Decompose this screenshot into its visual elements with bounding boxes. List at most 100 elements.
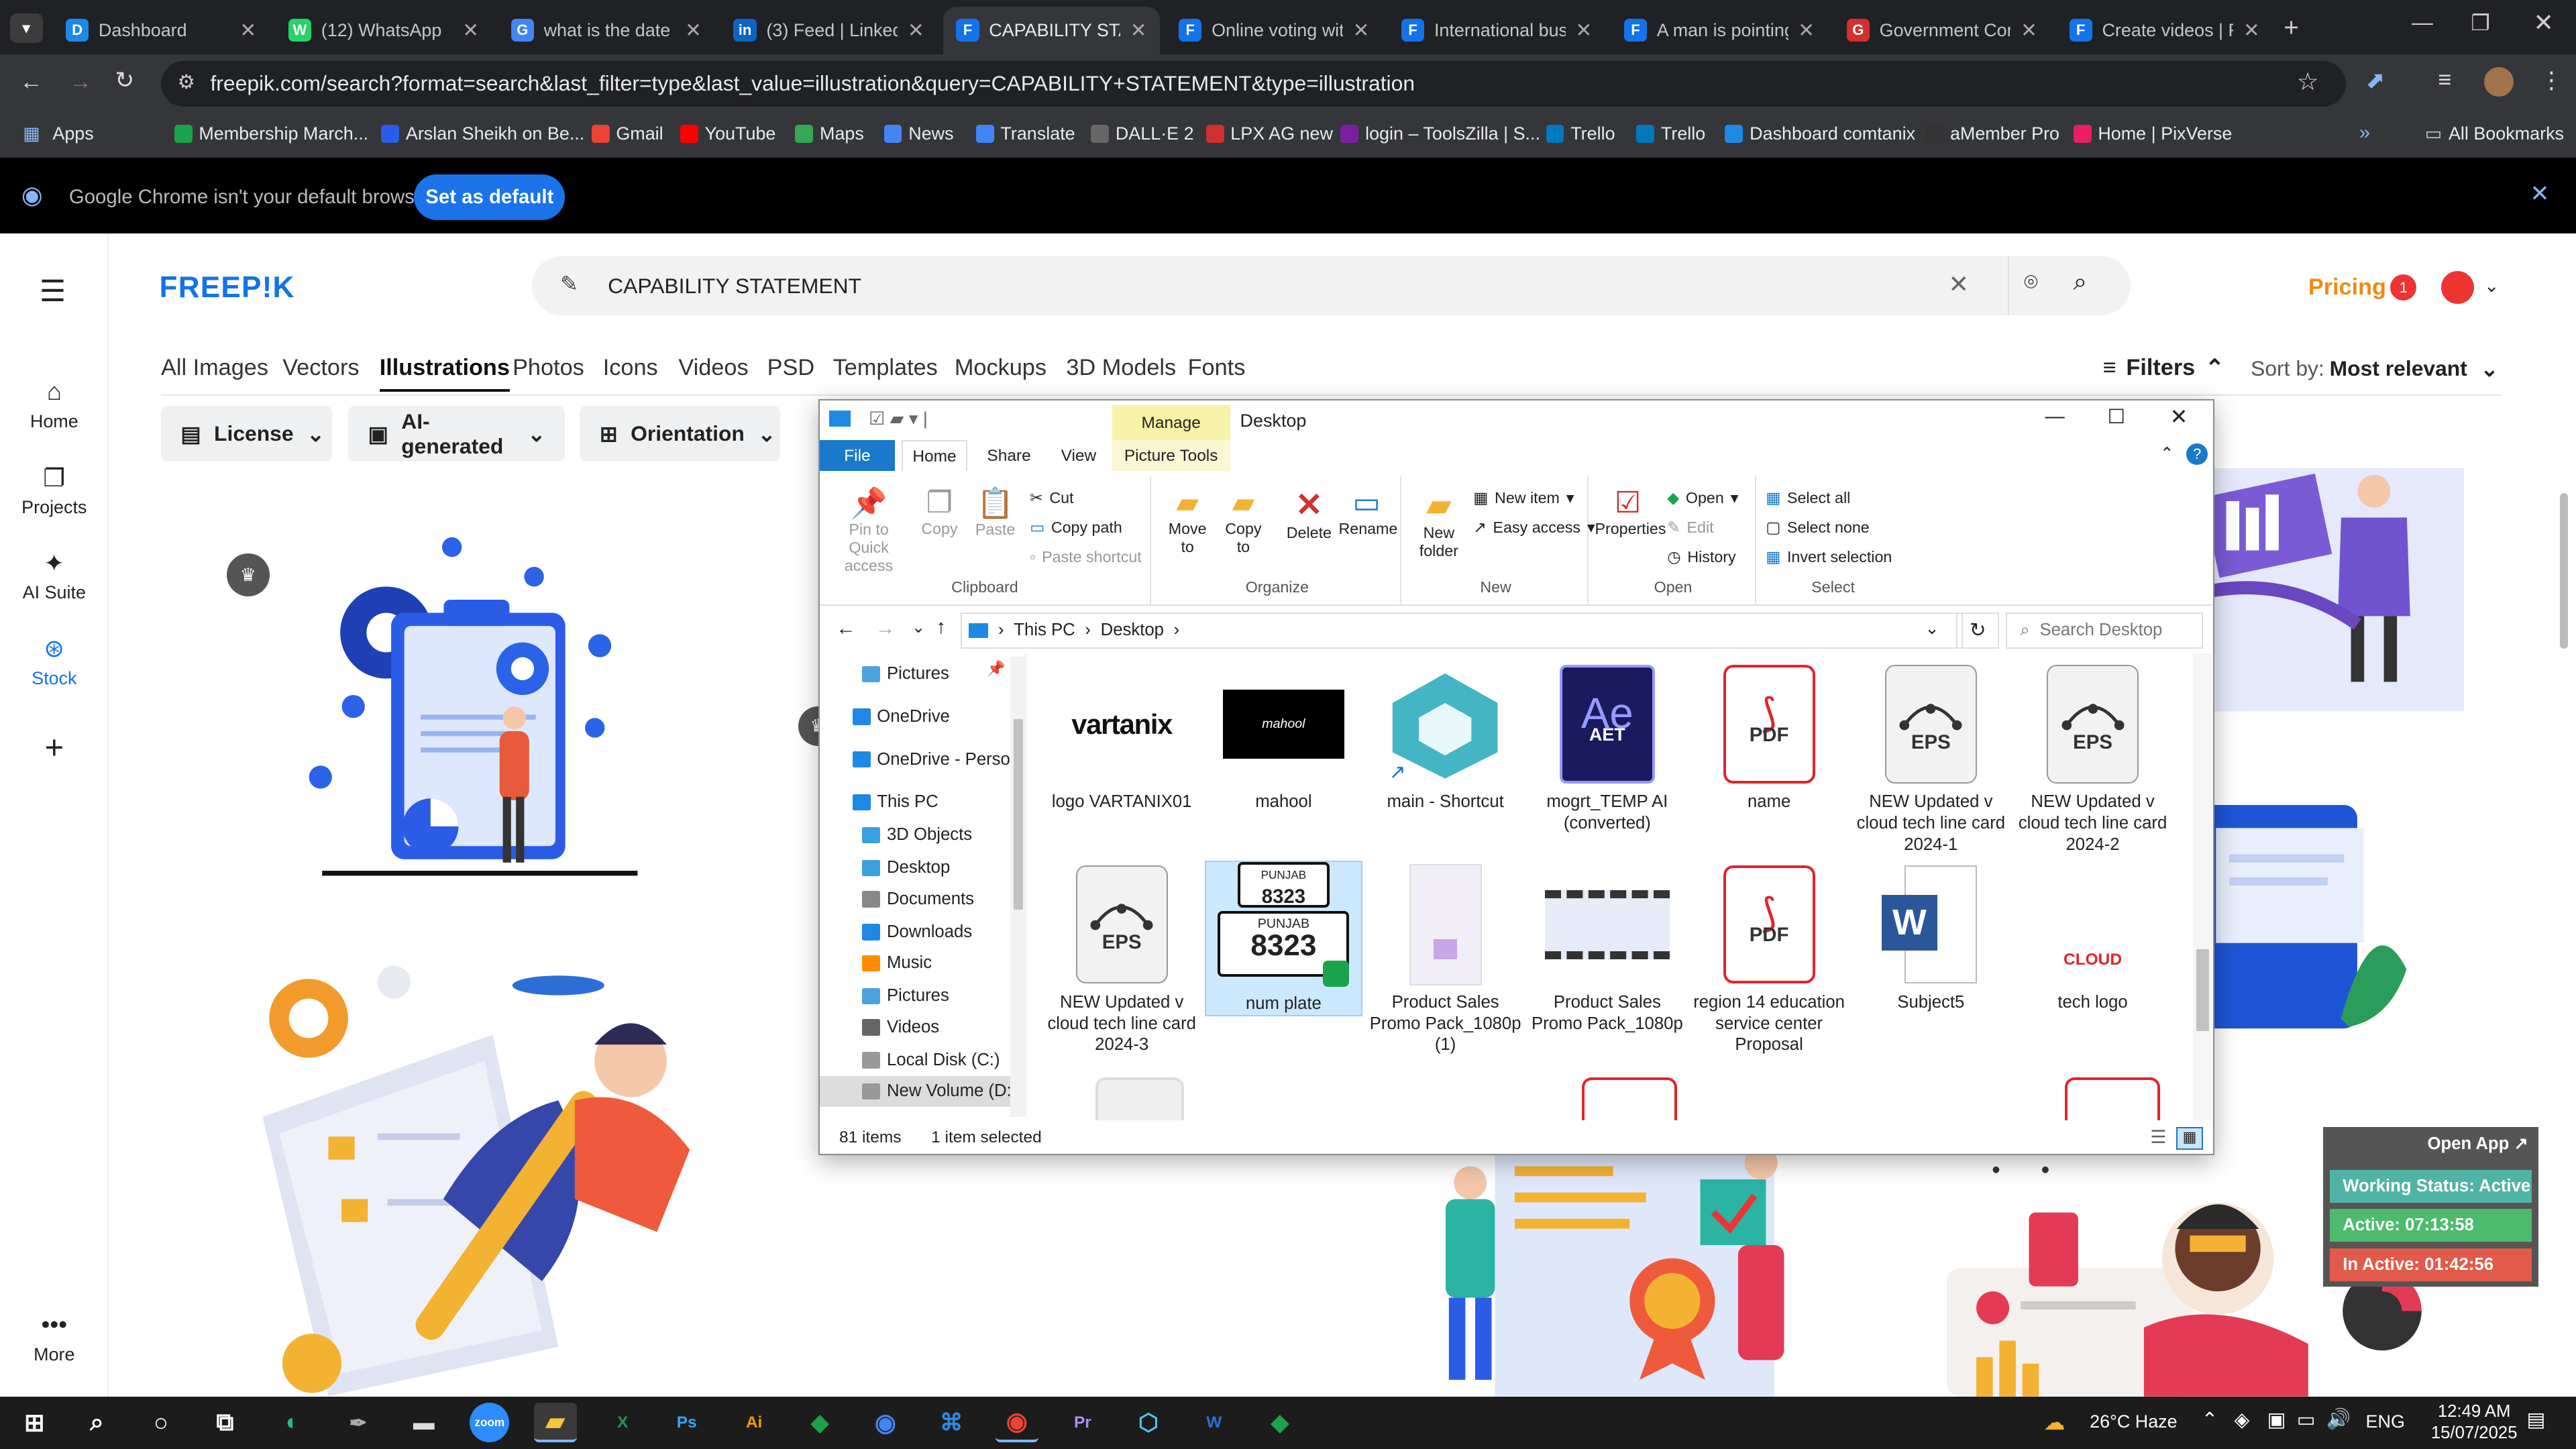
freepik-logo[interactable]: FREEP!K bbox=[160, 271, 295, 305]
open-button[interactable]: ◆ Open ▾ bbox=[1667, 489, 1738, 507]
bookmark-item[interactable]: News bbox=[883, 123, 954, 144]
back-icon[interactable]: ← bbox=[19, 69, 42, 95]
start-windows-icon[interactable]: ⊞ bbox=[13, 1403, 56, 1442]
sidebar-more[interactable]: ••• More bbox=[0, 1311, 109, 1364]
paste-shortcut-button[interactable]: ▫ Paste shortcut bbox=[1030, 548, 1142, 566]
move-to-button[interactable]: ▰ Move to bbox=[1161, 486, 1214, 556]
volume-icon[interactable]: 🔊 bbox=[2326, 1408, 2351, 1431]
nav-tab[interactable]: PSD bbox=[767, 355, 814, 381]
chrome-icon[interactable]: ◉ bbox=[864, 1403, 907, 1442]
illustration-woman-board[interactable] bbox=[2176, 468, 2465, 714]
url-omnibox[interactable]: ⚙ freepik.com/search?format=search&last_… bbox=[161, 60, 2347, 107]
select-none-button[interactable]: ▢ Select none bbox=[1766, 519, 1870, 537]
taskbar-search-icon[interactable]: ⌕ bbox=[76, 1403, 119, 1442]
browser-tab[interactable]: F International busi ✕ bbox=[1388, 7, 1605, 54]
browser-tab[interactable]: F CAPABILITY STATE ✕ bbox=[943, 6, 1160, 54]
green-app-icon[interactable]: ◆ bbox=[798, 1403, 841, 1442]
file-item[interactable]: W Subject5 bbox=[1852, 861, 2010, 1014]
sidebar-stock[interactable]: ⊛ Stock bbox=[0, 634, 109, 688]
sidebar-ai-suite[interactable]: ✦ AI Suite bbox=[0, 549, 109, 603]
extensions-icon[interactable]: ⬈ bbox=[2366, 67, 2385, 94]
sort-dropdown[interactable]: Most relevant ⌄ bbox=[2330, 356, 2498, 382]
sidebar-projects[interactable]: ❐ Projects bbox=[0, 464, 109, 518]
nav-scrollbar[interactable] bbox=[1010, 657, 1027, 1117]
file-item[interactable]: Product Sales Promo Pack_1080p (1) bbox=[1366, 861, 1524, 1056]
tab-close-icon[interactable]: ✕ bbox=[462, 19, 479, 42]
nav-tab[interactable]: 3D Models bbox=[1066, 355, 1176, 381]
excel-icon[interactable]: X bbox=[601, 1403, 644, 1442]
premiere-icon[interactable]: Pr bbox=[1061, 1403, 1104, 1442]
recent-locations-icon[interactable]: ⌄ bbox=[912, 617, 926, 637]
nav-tab[interactable]: Mockups bbox=[955, 355, 1046, 381]
browser-tab[interactable]: W (12) WhatsApp ✕ bbox=[275, 7, 492, 54]
ribbon-tab-share[interactable]: Share bbox=[987, 447, 1030, 466]
browser-tab[interactable]: F Online voting wit ✕ bbox=[1166, 7, 1383, 54]
file-item[interactable]: vartanix logo VARTANIX01 bbox=[1043, 660, 1201, 813]
search-mode-icon[interactable]: ✎ bbox=[560, 271, 578, 297]
license-filter[interactable]: ▤ License ⌄ bbox=[161, 405, 332, 462]
nav-tab[interactable]: Illustrations bbox=[379, 355, 510, 392]
bookmark-item[interactable]: DALL·E 2 bbox=[1091, 123, 1194, 144]
nav-tree-item[interactable]: Desktop bbox=[820, 853, 1014, 884]
explorer-forward-icon[interactable]: → bbox=[875, 617, 895, 640]
address-dropdown-icon[interactable]: ⌄ bbox=[1925, 619, 1939, 639]
photoshop-icon[interactable]: Ps bbox=[665, 1403, 708, 1442]
nav-tab[interactable]: Templates bbox=[833, 355, 938, 381]
up-icon[interactable]: ↑ bbox=[936, 616, 946, 639]
nav-tree-item[interactable]: New Volume (D:) bbox=[819, 1075, 1014, 1108]
tab-close-icon[interactable]: ✕ bbox=[1798, 19, 1815, 42]
edit-button[interactable]: ✎ Edit bbox=[1667, 519, 1713, 537]
profile-avatar[interactable] bbox=[2483, 67, 2514, 97]
properties-button[interactable]: ☑ Properties bbox=[1595, 486, 1666, 538]
new-item-button[interactable]: ▦ New item ▾ bbox=[1473, 489, 1574, 507]
new-folder-button[interactable]: ▰ New folder bbox=[1411, 486, 1466, 560]
illustration-browser-plant[interactable] bbox=[2193, 805, 2415, 1035]
bookmark-item[interactable]: LPX AG new bbox=[1205, 123, 1333, 144]
tab-close-icon[interactable]: ✕ bbox=[1353, 19, 1370, 42]
nav-tree-item[interactable]: 3D Objects bbox=[820, 820, 1014, 851]
pin-quick-access-button[interactable]: 📌 Pin to Quick access bbox=[829, 486, 908, 575]
ribbon-tab-view[interactable]: View bbox=[1061, 447, 1097, 466]
reload-icon[interactable]: ↻ bbox=[115, 67, 134, 94]
search-icon[interactable]: ⌕ bbox=[2074, 268, 2088, 297]
bookmark-item[interactable]: login – ToolsZilla | S... bbox=[1340, 123, 1540, 144]
browser-tab[interactable]: F Create videos | Fr ✕ bbox=[2056, 7, 2273, 54]
explorer-minimize-icon[interactable]: — bbox=[2045, 405, 2065, 428]
set-default-button[interactable]: Set as default bbox=[414, 174, 566, 221]
ai-generated-filter[interactable]: ▣ AI-generated ⌄ bbox=[348, 405, 566, 462]
bookmark-item[interactable]: Trello bbox=[1546, 123, 1615, 144]
nav-tree-item[interactable]: Downloads bbox=[820, 916, 1014, 948]
nav-tab[interactable]: Videos bbox=[678, 355, 748, 381]
ribbon-tab-picture-tools[interactable]: Picture Tools bbox=[1112, 439, 1230, 473]
restore-icon[interactable]: ❐ bbox=[2471, 10, 2490, 36]
filters-toggle[interactable]: ≡ Filters ⌃ bbox=[2103, 355, 2224, 382]
file-scrollbar[interactable] bbox=[2192, 653, 2213, 1120]
tab-close-icon[interactable]: ✕ bbox=[1575, 19, 1592, 42]
browser-tab[interactable]: Gwhat is the date o ✕ bbox=[498, 7, 714, 54]
bookmark-item[interactable]: Trello bbox=[1636, 123, 1705, 144]
copy-to-button[interactable]: ▰ Copy to bbox=[1217, 486, 1269, 556]
forward-icon[interactable]: → bbox=[69, 69, 92, 95]
explorer-search-input[interactable]: ⌕ Search Desktop bbox=[2005, 612, 2203, 649]
file-item[interactable]: PUNJAB 8323 PUNJAB 8323 num plate bbox=[1204, 860, 1362, 1016]
nav-tab[interactable]: Photos bbox=[513, 355, 584, 381]
ribbon-tab-home[interactable]: Home bbox=[902, 439, 967, 473]
chrome-active-icon[interactable]: ◉ bbox=[996, 1403, 1038, 1443]
collapse-ribbon-icon[interactable]: ⌃ bbox=[2160, 443, 2174, 464]
select-all-button[interactable]: ▦ Select all bbox=[1766, 489, 1850, 507]
file-item[interactable]: EPS NEW Updated v cloud tech line card 20… bbox=[2014, 660, 2171, 855]
file-explorer-taskbar-icon[interactable]: ▰ bbox=[533, 1403, 577, 1443]
notification-badge[interactable]: 1 bbox=[2390, 274, 2417, 301]
bookmark-item[interactable]: Membership March... bbox=[174, 123, 368, 144]
nav-scroll-thumb[interactable] bbox=[1013, 719, 1024, 910]
browser-tab[interactable]: in (3) Feed | LinkedIn ✕ bbox=[720, 7, 937, 54]
nav-tree-item[interactable]: This PC bbox=[820, 787, 1014, 818]
illustrator-icon[interactable]: Ai bbox=[733, 1403, 775, 1442]
explorer-maximize-icon[interactable]: ☐ bbox=[2108, 405, 2125, 429]
green-app-2-icon[interactable]: ◆ bbox=[1258, 1403, 1301, 1442]
help-icon[interactable]: ? bbox=[2186, 443, 2208, 465]
bookmark-item[interactable]: Gmail bbox=[591, 123, 663, 144]
tab-close-icon[interactable]: ✕ bbox=[2021, 19, 2037, 42]
chrome-menu-icon[interactable]: ⋮ bbox=[2540, 67, 2563, 94]
task-view-icon[interactable]: ⧉ bbox=[204, 1403, 247, 1442]
